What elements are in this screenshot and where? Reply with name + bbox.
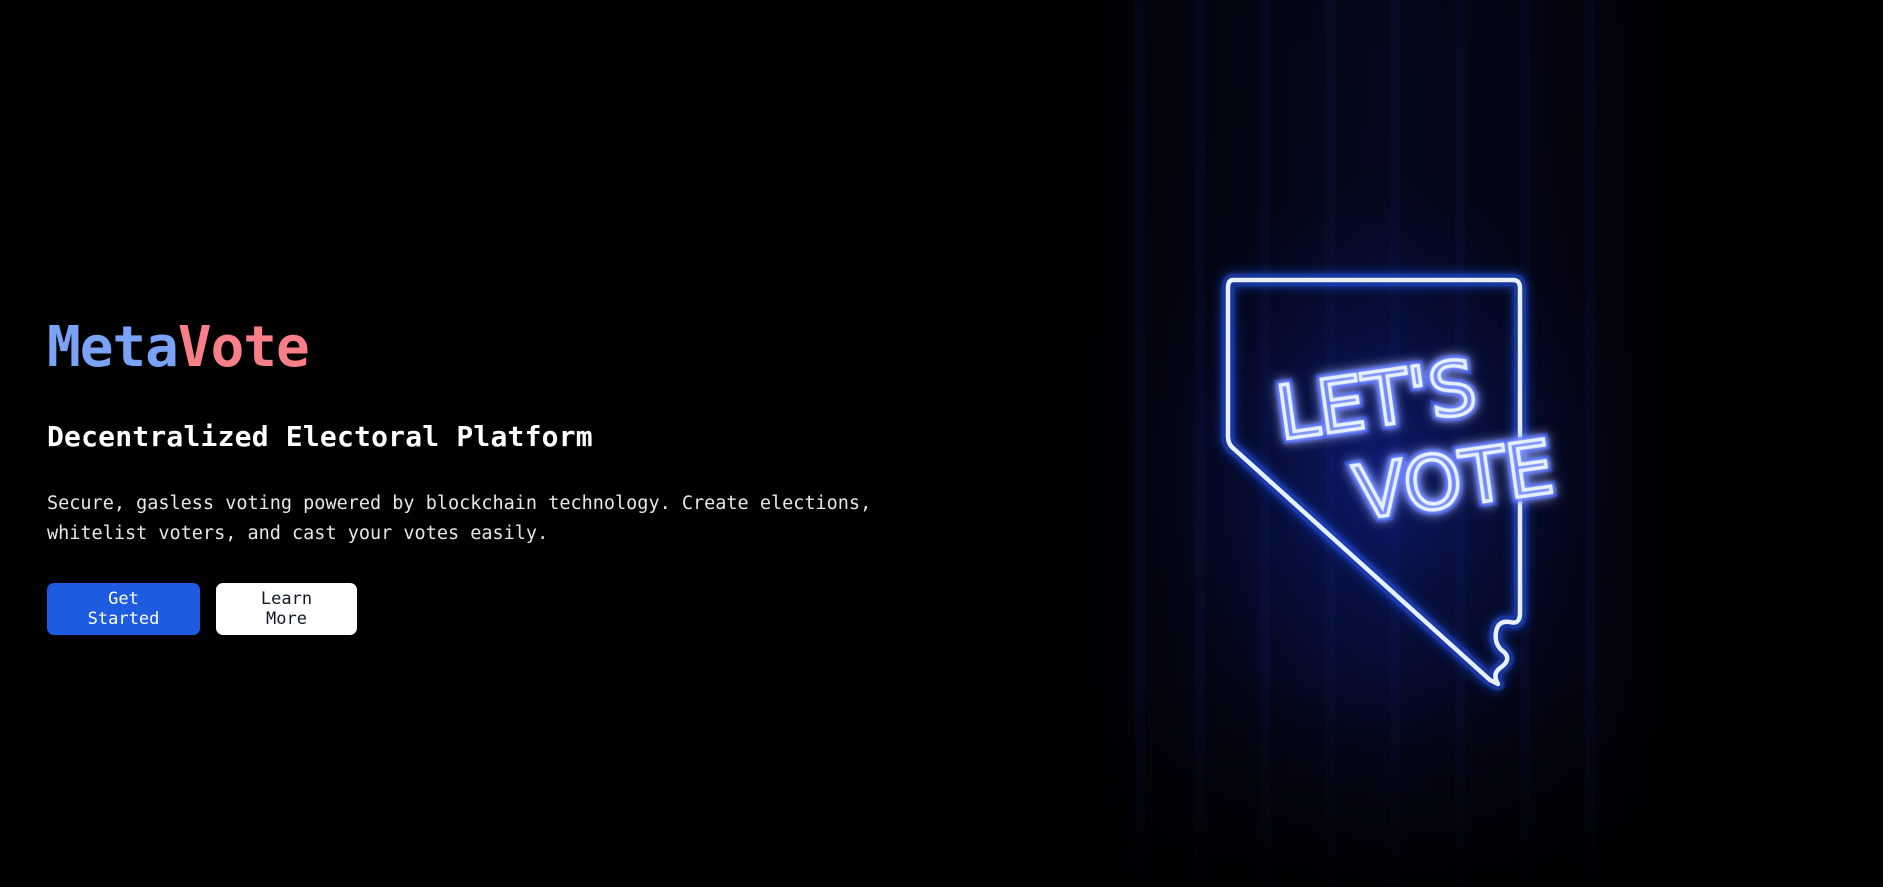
brand-prefix: Meta (47, 315, 179, 380)
hero-subtitle: Decentralized Electoral Platform (47, 420, 593, 453)
brand-logo: MetaVote (47, 320, 947, 376)
hero-description: Secure, gasless voting powered by blockc… (47, 493, 872, 544)
get-started-button[interactable]: Get Started (47, 583, 200, 635)
neon-vote-sign-image: LET'S LET'S VOTE VOTE (1080, 0, 1680, 887)
landing-page: MetaVote Decentralized Electoral Platfor… (0, 0, 1883, 887)
hero-actions: Get Started Learn More (47, 583, 947, 635)
brand-suffix: Vote (177, 315, 310, 380)
hero-content: MetaVote Decentralized Electoral Platfor… (47, 320, 947, 635)
learn-more-button[interactable]: Learn More (216, 583, 357, 635)
